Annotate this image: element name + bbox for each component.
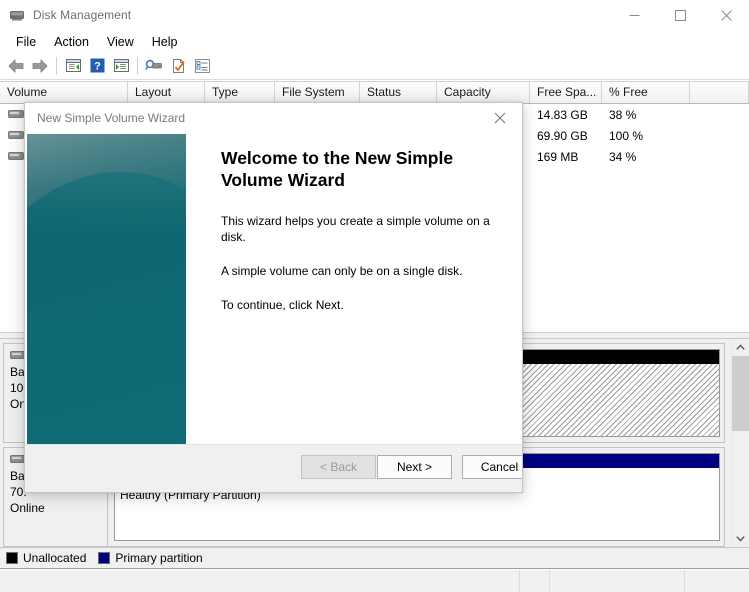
disk-status: Online: [10, 501, 45, 515]
statusbar-cell-3: [550, 570, 685, 592]
column-header-layout[interactable]: Layout: [128, 82, 205, 103]
legend-swatch: [98, 552, 111, 564]
chevron-up-icon[interactable]: [732, 339, 749, 356]
dialog-paragraph-1: This wizard helps you create a simple vo…: [221, 214, 490, 244]
banner-sheen: [27, 134, 186, 234]
column-header-blank[interactable]: [690, 82, 749, 103]
close-icon[interactable]: [703, 0, 749, 30]
volume-list-header: Volume Layout Type File System Status Capacit…: [0, 81, 749, 104]
drive-icon: [8, 151, 24, 162]
disk-pane-scrollbar[interactable]: [731, 339, 749, 547]
window-titlebar: Disk Management: [0, 0, 749, 33]
svg-text:?: ?: [94, 61, 101, 73]
volume-cell-free_space: 69.90 GB: [537, 128, 588, 143]
dialog-footer: < Back Next > Cancel: [25, 444, 522, 492]
statusbar-cell-1: [0, 570, 520, 592]
show-hide-action-pane-icon[interactable]: [110, 55, 132, 77]
back-button: < Back: [301, 455, 376, 479]
cancel-button[interactable]: Cancel: [462, 455, 522, 479]
legend-item: Unallocated: [6, 551, 86, 565]
statusbar-cell-4: [685, 570, 749, 592]
wizard-banner-image: [27, 134, 186, 446]
toolbar-separator: [56, 56, 57, 75]
disk-management-window: Disk Management File Action View Help ? …: [0, 0, 749, 592]
dialog-title: New Simple Volume Wizard: [37, 111, 186, 125]
dialog-titlebar: New Simple Volume Wizard: [25, 103, 522, 133]
close-icon[interactable]: [478, 103, 522, 133]
toolbar-separator: [137, 56, 138, 75]
new-simple-volume-wizard-dialog: New Simple Volume Wizard Welcome to the …: [24, 102, 523, 493]
window-controls: [611, 0, 749, 30]
drive-icon: [8, 130, 24, 141]
legend-label: Primary partition: [115, 551, 203, 565]
column-header-type[interactable]: Type: [205, 82, 275, 103]
window-title: Disk Management: [33, 8, 132, 22]
column-header-free[interactable]: % Free: [602, 82, 690, 103]
dialog-content: Welcome to the New Simple Volume Wizard …: [187, 134, 520, 446]
menu-help[interactable]: Help: [143, 33, 187, 52]
volume-cell-percent_free: 34 %: [609, 149, 637, 164]
volume-cell-free_space: 169 MB: [537, 149, 579, 164]
toolbar: ?: [0, 52, 749, 80]
dialog-paragraph-3: To continue, click Next.: [221, 298, 344, 312]
scrollbar-thumb[interactable]: [732, 356, 749, 431]
disk-management-icon: [9, 7, 25, 23]
list-view-icon[interactable]: [191, 55, 213, 77]
legend-item: Primary partition: [98, 551, 203, 565]
chevron-down-icon[interactable]: [732, 530, 749, 547]
statusbar: [0, 570, 749, 592]
titlebar-left-group: Disk Management: [9, 7, 131, 23]
partition-legend: Unallocated Primary partition: [0, 547, 749, 569]
drive-icon: [8, 109, 24, 120]
legend-swatch: [6, 552, 18, 564]
back-icon[interactable]: [5, 55, 27, 77]
menu-file[interactable]: File: [7, 33, 45, 52]
dialog-heading: Welcome to the New Simple Volume Wizard: [221, 148, 454, 190]
statusbar-cell-2: [520, 570, 550, 592]
volume-cell-percent_free: 100 %: [609, 128, 644, 143]
show-hide-console-tree-icon[interactable]: [62, 55, 84, 77]
column-header-file-system[interactable]: File System: [275, 82, 360, 103]
legend-label: Unallocated: [23, 551, 87, 565]
dialog-paragraph-2: A simple volume can only be on a single …: [221, 264, 463, 278]
help-icon[interactable]: ?: [86, 55, 108, 77]
column-header-volume[interactable]: Volume: [0, 82, 128, 103]
maximize-icon[interactable]: [657, 0, 703, 30]
volume-cell-percent_free: 38 %: [609, 107, 637, 122]
properties-icon[interactable]: [167, 55, 189, 77]
menu-view[interactable]: View: [98, 33, 143, 52]
menubar: File Action View Help: [0, 32, 749, 52]
volume-cell-free_space: 14.83 GB: [537, 107, 588, 122]
forward-icon[interactable]: [29, 55, 51, 77]
column-header-free-spa[interactable]: Free Spa...: [530, 82, 602, 103]
minimize-icon[interactable]: [611, 0, 657, 30]
rescan-disks-icon[interactable]: [143, 55, 165, 77]
column-header-capacity[interactable]: Capacity: [437, 82, 530, 103]
column-header-status[interactable]: Status: [360, 82, 437, 103]
menu-action[interactable]: Action: [45, 33, 98, 52]
next-button[interactable]: Next >: [377, 455, 452, 479]
